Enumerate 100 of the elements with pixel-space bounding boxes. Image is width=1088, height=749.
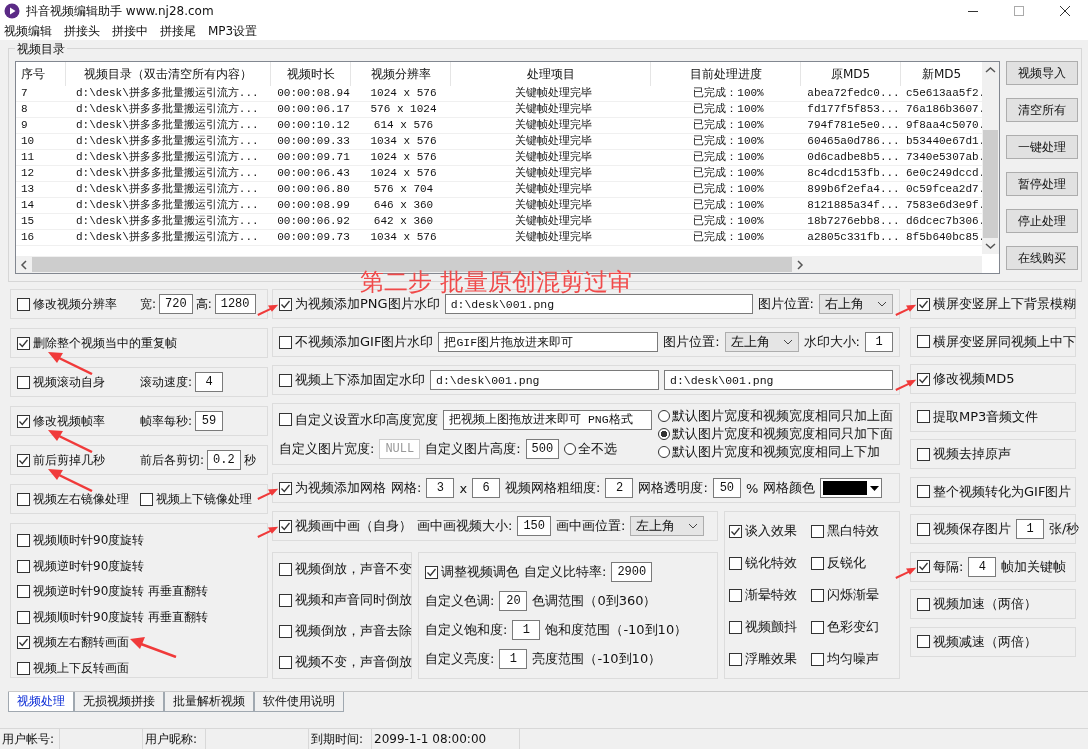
checkbox[interactable]: 自定义设置水印高度宽度 <box>279 410 438 429</box>
input-field[interactable]: 4 <box>195 372 224 392</box>
menu-item[interactable]: MP3设置 <box>208 22 258 40</box>
radio-button[interactable]: 默认图片宽度和视频宽度相同上下加 <box>658 443 893 461</box>
input-field[interactable]: 0.2 <box>207 450 241 470</box>
action-button[interactable]: 停止处理 <box>1006 209 1078 233</box>
checkbox[interactable]: 修改视频帧率 <box>17 412 105 430</box>
checkbox[interactable]: 视频去掉原声 <box>917 445 1011 463</box>
input-field[interactable]: 1 <box>499 649 528 669</box>
menu-item[interactable]: 拼接尾 <box>160 22 196 40</box>
checkbox[interactable]: 横屏变竖屏上下背景模糊 <box>917 295 1076 313</box>
action-button[interactable]: 在线购买 <box>1006 246 1078 270</box>
checkbox[interactable]: 黑白特效 <box>811 522 879 540</box>
input-field[interactable]: d:\desk\001.png <box>664 370 893 390</box>
scrollbar[interactable] <box>982 62 999 254</box>
checkbox[interactable]: 视频倒放，声音不变 <box>279 560 412 578</box>
input-field[interactable]: 1 <box>865 332 893 352</box>
input-field[interactable]: 把GIF图片拖放进来即可 <box>438 332 659 352</box>
checkbox[interactable]: 视频保存图片 <box>917 520 1011 538</box>
checkbox[interactable]: 视频倒放，声音去除 <box>279 622 412 640</box>
dropdown[interactable]: 右上角 <box>819 294 893 314</box>
checkbox[interactable]: 前后剪掉几秒 <box>17 451 105 469</box>
input-field[interactable]: 1 <box>512 620 541 640</box>
input-field[interactable]: 150 <box>517 516 551 536</box>
checkbox[interactable]: 调整视频调色 <box>425 563 519 581</box>
checkbox[interactable]: 视频颤抖 <box>729 618 797 636</box>
checkbox[interactable]: 视频不变，声音倒放 <box>279 653 412 671</box>
tab[interactable]: 无损视频拼接 <box>74 692 164 712</box>
column-header[interactable]: 视频分辨率 <box>351 62 451 86</box>
column-header[interactable]: 视频时长 <box>271 62 351 86</box>
checkbox[interactable]: 视频减速（两倍） <box>917 632 1037 651</box>
checkbox[interactable]: 闪烁渐晕 <box>811 586 879 604</box>
input-field[interactable]: 59 <box>195 411 224 431</box>
input-field[interactable]: 1 <box>1016 519 1044 539</box>
input-field[interactable]: d:\desk\001.png <box>430 370 659 390</box>
input-field[interactable]: 500 <box>525 438 560 459</box>
checkbox[interactable]: 视频逆时针90度旋转 <box>17 557 145 575</box>
radio-button[interactable]: 全不选 <box>564 439 618 458</box>
checkbox[interactable]: 反锐化 <box>811 554 866 572</box>
tab[interactable]: 软件使用说明 <box>254 692 344 712</box>
checkbox[interactable]: 渐晕特效 <box>729 586 797 604</box>
radio-button[interactable]: 默认图片宽度和视频宽度相同只加下面 <box>658 425 893 443</box>
checkbox[interactable]: 谈入效果 <box>729 522 797 540</box>
column-header[interactable]: 视频目录（双击清空所有内容） <box>66 62 271 86</box>
checkbox[interactable]: 视频左右镜像处理 <box>17 490 129 508</box>
menu-item[interactable]: 视频编辑 <box>4 22 52 40</box>
tab[interactable]: 视频处理 <box>8 692 74 712</box>
checkbox[interactable]: 不视频添加GIF图片水印 <box>279 333 434 351</box>
column-header[interactable]: 目前处理进度 <box>651 62 801 86</box>
menu-item[interactable]: 拼接中 <box>112 22 148 40</box>
checkbox[interactable]: 视频加速（两倍） <box>917 595 1037 613</box>
checkbox[interactable]: 视频左右翻转画面 <box>17 634 129 652</box>
action-button[interactable]: 视频导入 <box>1006 61 1078 85</box>
checkbox[interactable]: 每隔: <box>917 557 964 576</box>
checkbox[interactable]: 视频顺时针90度旋转 <box>17 532 145 550</box>
checkbox[interactable]: 修改视频MD5 <box>917 370 1015 388</box>
column-header[interactable]: 序号 <box>16 62 66 86</box>
input-field[interactable]: d:\desk\001.png <box>444 294 753 314</box>
input-field[interactable]: 3 <box>426 478 455 498</box>
input-field[interactable]: 2 <box>605 478 634 498</box>
checkbox[interactable]: 视频上下反转画面 <box>17 659 129 677</box>
input-field[interactable]: 20 <box>499 591 528 611</box>
checkbox[interactable]: 整个视频转化为GIF图片 <box>917 482 1072 501</box>
checkbox[interactable]: 视频逆时针90度旋转 再垂直翻转 <box>17 583 209 601</box>
checkbox[interactable]: 视频滚动自身 <box>17 373 105 391</box>
input-field[interactable]: 50 <box>712 478 741 498</box>
scrollbar-thumb[interactable] <box>983 130 998 238</box>
dropdown[interactable]: 左上角 <box>630 516 705 536</box>
checkbox[interactable]: 视频和声音同时倒放 <box>279 591 412 609</box>
checkbox[interactable]: 均匀噪声 <box>811 650 879 668</box>
checkbox[interactable]: 视频上下镜像处理 <box>140 490 252 508</box>
input-field[interactable]: 720 <box>159 294 193 314</box>
checkbox[interactable]: 删除整个视频当中的重复帧 <box>17 334 177 352</box>
scrollbar-thumb[interactable] <box>32 257 792 272</box>
radio-button[interactable]: 默认图片宽度和视频宽度相同只加上面 <box>658 407 893 425</box>
input-field[interactable]: 4 <box>968 556 997 577</box>
checkbox[interactable]: 为视频添加PNG图片水印 <box>279 295 440 313</box>
action-button[interactable]: 暂停处理 <box>1006 172 1078 196</box>
checkbox[interactable]: 锐化特效 <box>729 554 797 572</box>
checkbox[interactable]: 浮雕效果 <box>729 650 797 668</box>
checkbox[interactable]: 视频顺时针90度旋转 再垂直翻转 <box>17 608 209 626</box>
tab[interactable]: 批量解析视频 <box>164 692 254 712</box>
checkbox[interactable]: 为视频添加网格 <box>279 479 386 497</box>
column-header[interactable]: 原MD5 <box>801 62 901 86</box>
input-field[interactable]: 1280 <box>214 294 256 314</box>
checkbox[interactable]: 提取MP3音频文件 <box>917 407 1039 426</box>
menu-item[interactable]: 拼接头 <box>64 22 100 40</box>
dropdown[interactable]: 左上角 <box>724 332 799 352</box>
checkbox[interactable]: 横屏变竖屏同视频上中下 <box>917 332 1076 351</box>
input-field[interactable]: 2900 <box>611 562 653 582</box>
color-picker[interactable] <box>820 478 883 498</box>
checkbox[interactable]: 视频上下添加固定水印 <box>279 371 425 389</box>
input-field[interactable]: 把视频上图拖放进来即可 PNG格式 <box>443 409 652 430</box>
action-button[interactable]: 清空所有 <box>1006 98 1078 122</box>
checkbox[interactable]: 视频画中画（自身） <box>279 517 412 535</box>
input-field[interactable]: 6 <box>472 478 501 498</box>
checkbox[interactable]: 修改视频分辨率 <box>17 295 117 313</box>
checkbox[interactable]: 色彩变幻 <box>811 618 879 636</box>
action-button[interactable]: 一键处理 <box>1006 135 1078 159</box>
column-header[interactable]: 处理项目 <box>451 62 651 86</box>
